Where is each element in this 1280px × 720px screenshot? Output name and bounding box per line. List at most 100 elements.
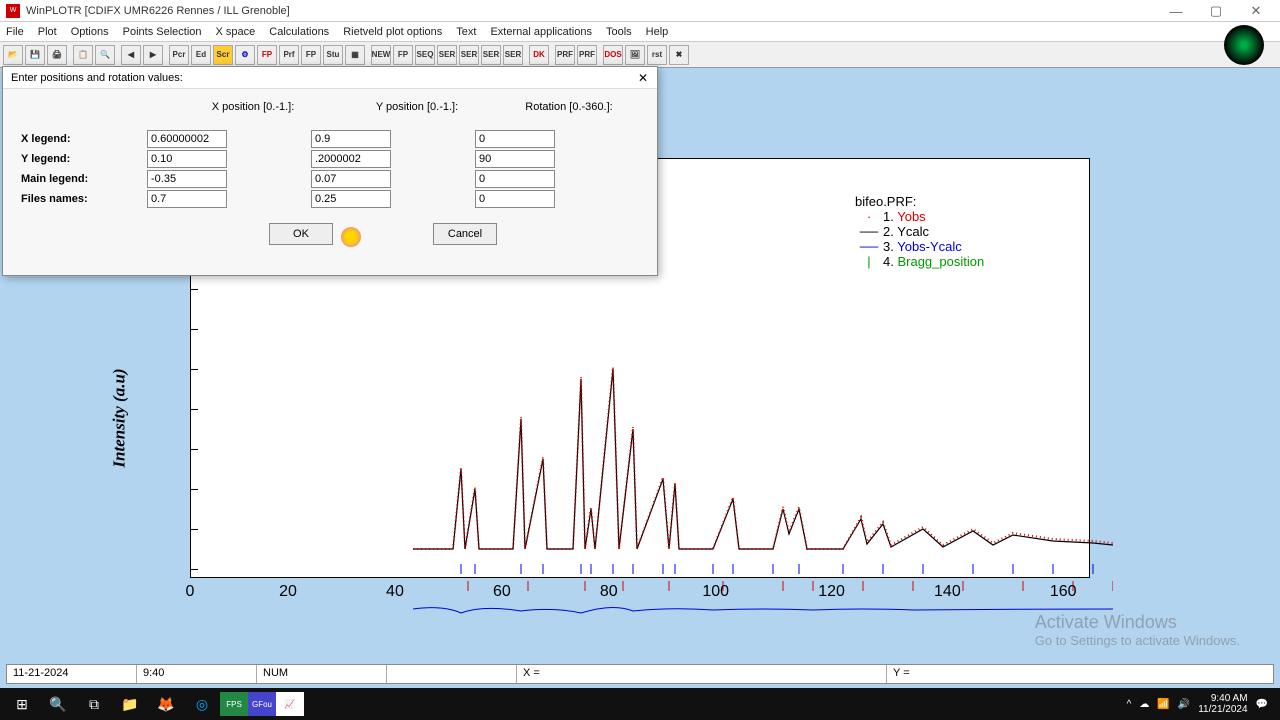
grid-icon[interactable]: ▦ [345, 45, 365, 65]
ser4-icon[interactable]: SER [503, 45, 523, 65]
mainlegend-x-input[interactable] [147, 170, 227, 188]
menu-calculations[interactable]: Calculations [269, 26, 329, 38]
save-icon[interactable]: 💾 [25, 45, 45, 65]
filenames-r-input[interactable] [475, 190, 555, 208]
gear-icon[interactable]: ⚙ [235, 45, 255, 65]
row-ylegend-label: Y legend: [21, 153, 147, 165]
filenames-y-input[interactable] [311, 190, 391, 208]
menu-external-applications[interactable]: External applications [490, 26, 592, 38]
nav-left-icon[interactable]: ◀ [121, 45, 141, 65]
menu-options[interactable]: Options [71, 26, 109, 38]
reset-icon[interactable]: rst [647, 45, 667, 65]
prf-icon[interactable]: Prf [279, 45, 299, 65]
status-num: NUM [257, 665, 387, 683]
legend-marker-yobs: · [855, 209, 883, 224]
maximize-button[interactable]: ▢ [1196, 0, 1236, 22]
ylegend-r-input[interactable] [475, 150, 555, 168]
plot-legend: bifeo.PRF: ·1. Yobs ──2. Ycalc ──3. Yobs… [855, 194, 984, 269]
row-xlegend-label: X legend: [21, 133, 147, 145]
img-icon[interactable]: 🖼 [625, 45, 645, 65]
menu-points-selection[interactable]: Points Selection [123, 26, 202, 38]
cancel-button[interactable]: Cancel [433, 223, 497, 245]
fp-icon[interactable]: FP [257, 45, 277, 65]
tray-notifications-icon[interactable]: 💬 [1256, 699, 1268, 710]
tray-clock[interactable]: 9:40 AM 11/21/2024 [1198, 693, 1247, 715]
pcr-icon[interactable]: Pcr [169, 45, 189, 65]
legend-marker-diff: ── [855, 239, 883, 254]
explorer-icon[interactable]: 📁 [112, 690, 148, 718]
open-icon[interactable]: 📂 [3, 45, 23, 65]
dialog-title: Enter positions and rotation values: [3, 67, 657, 89]
seq-icon[interactable]: SEQ [415, 45, 435, 65]
windows-taskbar: ⊞ 🔍 ⧉ 📁 🦊 ◎ FPS GFou 📈 ^ ☁ 📶 🔊 9:40 AM 1… [0, 688, 1280, 720]
fp2-icon[interactable]: FP [301, 45, 321, 65]
xlegend-y-input[interactable] [311, 130, 391, 148]
row-mainlegend-label: Main legend: [21, 173, 147, 185]
scr-icon[interactable]: Scr [213, 45, 233, 65]
status-date: 11-21-2024 [7, 665, 137, 683]
overlay-badge [1224, 25, 1264, 65]
menu-x-space[interactable]: X space [216, 26, 256, 38]
start-button[interactable]: ⊞ [4, 690, 40, 718]
cyc-icon[interactable]: Stu [323, 45, 343, 65]
print-icon[interactable]: 🖨 [47, 45, 67, 65]
menu-file[interactable]: File [6, 26, 24, 38]
zoom-icon[interactable]: 🔍 [95, 45, 115, 65]
toolbar: 📂 💾 🖨 📋 🔍 ◀ ▶ Pcr Ed Scr ⚙ FP Prf FP Stu… [0, 42, 1280, 68]
filenames-x-input[interactable] [147, 190, 227, 208]
menu-rietveld-plot-options[interactable]: Rietveld plot options [343, 26, 442, 38]
ylegend-x-input[interactable] [147, 150, 227, 168]
copy-icon[interactable]: 📋 [73, 45, 93, 65]
ok-button[interactable]: OK [269, 223, 333, 245]
bold-close-icon[interactable]: ✖ [669, 45, 689, 65]
minimize-button[interactable]: — [1156, 0, 1196, 22]
close-button[interactable]: ✕ [1236, 0, 1276, 22]
menu-help[interactable]: Help [646, 26, 669, 38]
activate-windows-watermark: Activate Windows Go to Settings to activ… [1035, 612, 1240, 648]
dos-icon[interactable]: DOS [603, 45, 623, 65]
ylegend-y-input[interactable] [311, 150, 391, 168]
legend-marker-ycalc: ── [855, 224, 883, 239]
status-blank [387, 665, 517, 683]
dk-icon[interactable]: DK [529, 45, 549, 65]
ed-icon[interactable]: Ed [191, 45, 211, 65]
menu-tools[interactable]: Tools [606, 26, 632, 38]
legend-marker-bragg: | [855, 254, 883, 269]
prf3-icon[interactable]: PRF [577, 45, 597, 65]
status-bar: 11-21-2024 9:40 NUM X = Y = [6, 664, 1274, 684]
ser1-icon[interactable]: SER [437, 45, 457, 65]
dialog-close-button[interactable]: ✕ [633, 69, 653, 87]
tray-volume-icon[interactable]: 🔊 [1178, 699, 1190, 710]
status-x: X = [517, 665, 887, 683]
tray-cloud-icon[interactable]: ☁ [1139, 699, 1149, 710]
menu-plot[interactable]: Plot [38, 26, 57, 38]
xlegend-x-input[interactable] [147, 130, 227, 148]
edge-icon[interactable]: ◎ [184, 690, 220, 718]
firefox-icon[interactable]: 🦊 [148, 690, 184, 718]
tray-wifi-icon[interactable]: 📶 [1157, 699, 1169, 710]
nav-right-icon[interactable]: ▶ [143, 45, 163, 65]
ser3-icon[interactable]: SER [481, 45, 501, 65]
prf2-icon[interactable]: PRF [555, 45, 575, 65]
system-tray[interactable]: ^ ☁ 📶 🔊 9:40 AM 11/21/2024 💬 [1127, 693, 1276, 715]
click-highlight-icon [341, 227, 361, 247]
status-time: 9:40 [137, 665, 257, 683]
menu-text[interactable]: Text [456, 26, 476, 38]
winplotr-taskbar-icon[interactable]: 📈 [276, 692, 304, 716]
x-axis-ticks: 020406080100120140160 [190, 583, 1090, 601]
window-titlebar: W WinPLOTR [CDIFX UMR6226 Rennes / ILL G… [0, 0, 1280, 22]
app2-icon[interactable]: GFou [248, 692, 276, 716]
xlegend-r-input[interactable] [475, 130, 555, 148]
mainlegend-y-input[interactable] [311, 170, 391, 188]
new-cif-icon[interactable]: NEW [371, 45, 391, 65]
fp-cyc-icon[interactable]: FP [393, 45, 413, 65]
positions-dialog: Enter positions and rotation values: ✕ X… [2, 66, 658, 276]
search-icon[interactable]: 🔍 [40, 690, 76, 718]
ser2-icon[interactable]: SER [459, 45, 479, 65]
legend-title: bifeo.PRF: [855, 194, 984, 209]
tray-chevron-icon[interactable]: ^ [1127, 699, 1132, 710]
menu-bar: File Plot Options Points Selection X spa… [0, 22, 1280, 42]
mainlegend-r-input[interactable] [475, 170, 555, 188]
task-view-icon[interactable]: ⧉ [76, 690, 112, 718]
app1-icon[interactable]: FPS [220, 692, 248, 716]
